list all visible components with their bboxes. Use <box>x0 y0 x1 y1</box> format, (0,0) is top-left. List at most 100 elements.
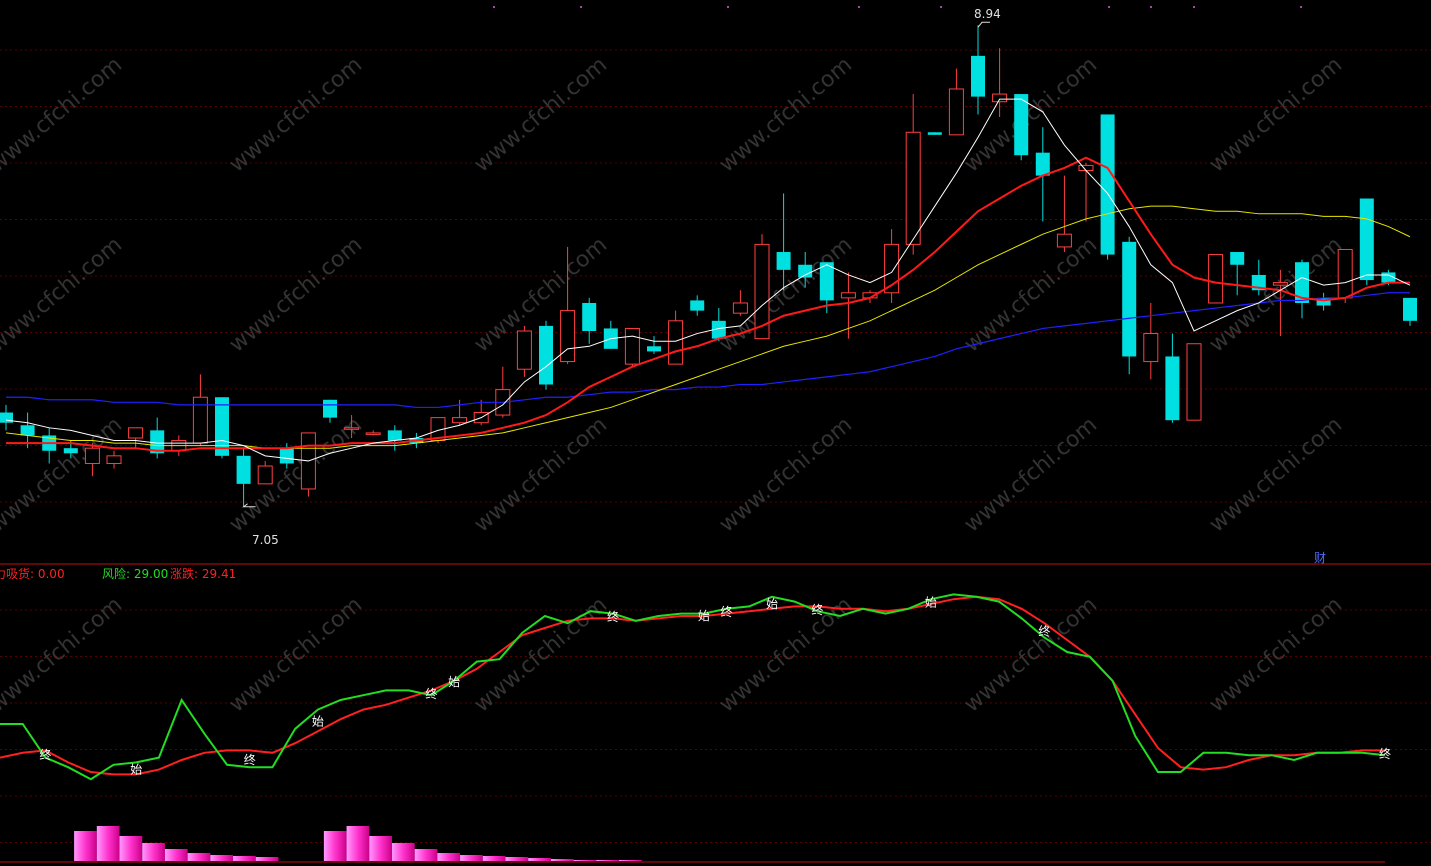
candle-body-down <box>1100 114 1115 255</box>
capital-histogram-bar <box>119 836 143 861</box>
candle-body-up <box>84 447 100 464</box>
candle-body-up <box>192 396 208 444</box>
candle-body-up <box>106 455 122 464</box>
capital-histogram-bar <box>233 856 256 861</box>
top-tick-mark <box>858 6 860 8</box>
capital-label: 力吸货: 0.00 <box>0 567 65 581</box>
candle-body-up <box>257 465 273 485</box>
top-tick-mark <box>1193 6 1195 8</box>
candle-body-up <box>732 302 748 314</box>
capital-histogram-bar <box>74 831 97 861</box>
candle-body-down <box>1403 297 1417 321</box>
candle-body-up <box>1143 333 1159 363</box>
risk-label: 风险: 29.00 <box>102 567 169 581</box>
candle-body-up <box>1272 282 1288 286</box>
capital-histogram-bar <box>391 843 415 861</box>
candle-body-down <box>1122 241 1137 357</box>
candle-body-up <box>128 427 144 439</box>
stock-chart-window: www.cfchi.com www.cfchi.com www.cfchi.com w… <box>0 0 1431 866</box>
candle-body-down <box>798 264 813 278</box>
start-marker: 始 <box>698 609 710 623</box>
candle-body-down <box>539 325 553 385</box>
start-marker: 始 <box>925 596 937 610</box>
candle-body-down <box>1014 94 1029 156</box>
candle-body-down <box>1230 252 1245 265</box>
low-price-label: 7.05 <box>252 533 279 547</box>
candle-body-down <box>323 399 337 418</box>
candle-body-down <box>1165 356 1180 421</box>
candle-body-down <box>776 252 791 270</box>
top-tick-mark <box>493 6 495 8</box>
candle-body-down <box>1359 198 1374 281</box>
candle-body-down <box>279 448 294 464</box>
candle-body-down <box>63 448 78 454</box>
capital-histogram-bar <box>414 849 438 861</box>
end-marker: 终 <box>425 686 437 701</box>
capital-histogram-bar <box>96 826 120 861</box>
capital-histogram-bar <box>255 857 279 861</box>
capital-histogram-bar <box>482 856 506 861</box>
candle-body-down <box>20 425 35 436</box>
start-marker: 始 <box>130 762 142 776</box>
candle-body-up <box>1208 254 1224 304</box>
top-tick-mark <box>580 6 582 8</box>
end-marker: 终 <box>1038 623 1050 638</box>
candle-body-up <box>344 427 360 430</box>
candle-body-up <box>1056 233 1072 248</box>
candle-body-up <box>452 417 468 424</box>
start-marker: 始 <box>448 675 460 689</box>
capital-histogram-bar <box>437 853 461 861</box>
capital-histogram-bar <box>550 859 574 861</box>
cai-marker: 财 <box>1314 551 1327 565</box>
candle-body-up <box>624 327 640 365</box>
capital-histogram-bar <box>460 855 483 861</box>
capital-histogram-bar <box>346 826 370 861</box>
candle-body-up <box>905 131 921 245</box>
end-marker: 终 <box>39 747 51 762</box>
candle-body-up <box>668 320 684 365</box>
end-marker: 终 <box>721 604 733 619</box>
candle-body-down <box>647 346 661 352</box>
capital-histogram-bar <box>505 857 529 861</box>
candle-body-up <box>560 310 576 363</box>
end-marker: 终 <box>811 602 823 617</box>
chart-canvas[interactable]: www.cfchi.com www.cfchi.com www.cfchi.com w… <box>0 0 1431 866</box>
candle-body-down <box>690 300 705 311</box>
capital-histogram-bar <box>187 853 211 861</box>
capital-histogram-bar <box>210 855 234 861</box>
candle-body-down <box>582 302 597 331</box>
candle-body-up <box>516 330 532 370</box>
end-marker: 终 <box>607 609 619 624</box>
capital-histogram-bar <box>528 858 551 861</box>
capital-histogram-bar <box>573 860 597 861</box>
candle-body-down <box>236 455 251 484</box>
candle-body-up <box>1186 343 1202 421</box>
change-label: 涨跌: 29.41 <box>170 567 237 581</box>
top-tick-mark <box>1300 6 1302 8</box>
candle-body-down <box>971 55 985 97</box>
capital-histogram-bar <box>619 860 642 861</box>
high-price-label: 8.94 <box>974 7 1001 21</box>
candle-body-up <box>840 292 856 299</box>
capital-histogram-bar <box>369 836 392 861</box>
candle-body-up <box>948 88 964 136</box>
candle-body-down <box>819 262 834 301</box>
chart-background <box>0 0 1431 866</box>
capital-histogram-bar <box>323 831 347 861</box>
candle-body-up <box>992 93 1008 103</box>
capital-histogram-bar <box>596 860 620 861</box>
capital-histogram-bar <box>142 843 165 861</box>
end-marker: 终 <box>1379 746 1391 761</box>
top-tick-mark <box>727 6 729 8</box>
capital-histogram-bar <box>164 849 188 861</box>
candle-body-down <box>215 397 229 456</box>
candle-body-down <box>1035 152 1050 176</box>
candle-body-up <box>365 432 381 435</box>
top-tick-mark <box>1150 6 1152 8</box>
candle-body-up <box>1337 248 1353 299</box>
top-tick-mark <box>940 6 942 8</box>
candle-body-down <box>927 132 942 135</box>
candle-body-down <box>387 430 402 441</box>
start-marker: 始 <box>766 597 778 611</box>
start-marker: 始 <box>312 714 324 728</box>
